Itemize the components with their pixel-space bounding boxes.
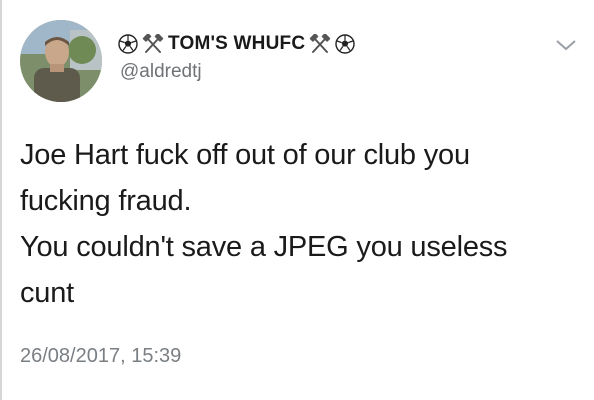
card-border <box>0 0 2 400</box>
tweet-text-line: You couldn't save a JPEG you useless <box>20 231 508 263</box>
tweet-text-line: fucking fraud. <box>20 185 192 217</box>
tweet-timestamp[interactable]: 26/08/2017, 15:39 <box>20 345 181 368</box>
user-handle[interactable]: @aldredtj <box>120 61 202 83</box>
chevron-down-icon[interactable] <box>555 38 577 52</box>
tweet-card: TOM'S WHUFC @aldredtj Joe Hart fuck off … <box>0 0 594 400</box>
tweet-text-line: cunt <box>20 277 75 309</box>
display-name[interactable]: TOM'S WHUFC <box>168 33 305 55</box>
tweet-text: Joe Hart fuck off out of our club you fu… <box>20 132 580 316</box>
soccer-ball-icon <box>335 34 355 54</box>
tweet-text-line: Joe Hart fuck off out of our club you <box>20 139 470 171</box>
soccer-ball-icon <box>118 34 138 54</box>
crossed-hammers-icon <box>142 33 164 54</box>
crossed-hammers-icon <box>309 33 331 54</box>
display-name-row[interactable]: TOM'S WHUFC <box>118 33 355 55</box>
avatar[interactable] <box>20 20 102 102</box>
